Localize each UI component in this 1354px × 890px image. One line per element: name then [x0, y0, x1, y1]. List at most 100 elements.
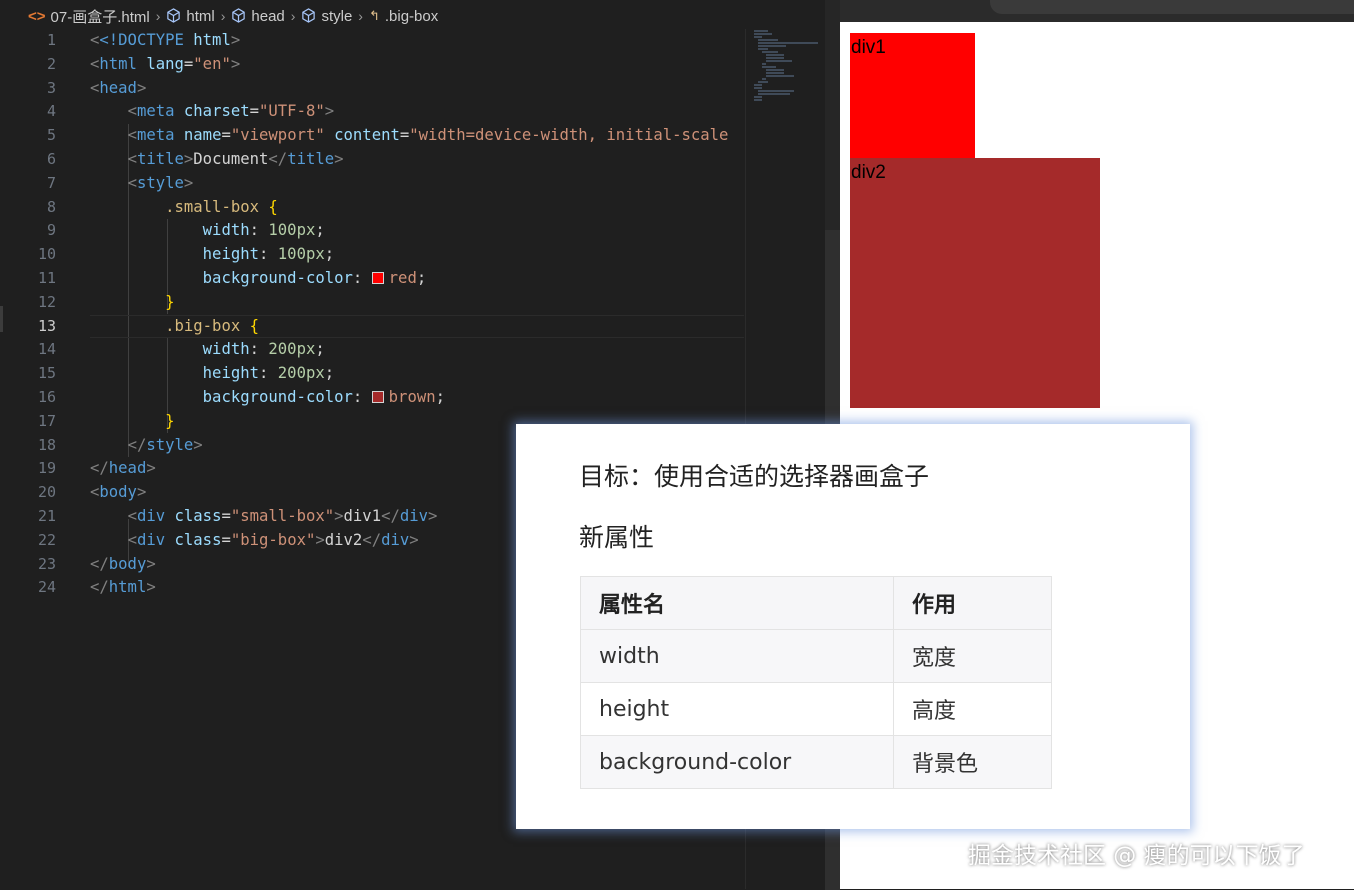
minimap-line — [758, 48, 768, 50]
minimap-line — [754, 99, 762, 101]
minimap-line — [754, 36, 762, 38]
line-number: 1 — [46, 31, 56, 49]
css-property: width — [202, 221, 250, 240]
column-header: 作用 — [893, 576, 1052, 630]
tag: div — [136, 530, 166, 549]
line-number-current: 13 — [37, 316, 56, 335]
line-number: 18 — [37, 435, 56, 454]
attr: class — [174, 506, 222, 525]
breadcrumb-head[interactable]: head — [251, 8, 284, 25]
css-selector: .small-box — [165, 197, 259, 216]
table-row: background-color 背景色 — [580, 735, 1052, 789]
text-content: div2 — [324, 530, 363, 549]
tag: head — [108, 459, 147, 478]
line-number: 11 — [37, 268, 56, 287]
tag: div — [136, 506, 166, 525]
code-line: width: 100px; — [202, 221, 325, 240]
bracket: > — [230, 31, 241, 49]
breadcrumb-style[interactable]: style — [321, 8, 352, 25]
tag: meta — [136, 126, 175, 145]
css-property: width — [202, 340, 250, 359]
tag: html — [99, 54, 137, 73]
column-header: 属性名 — [580, 576, 894, 630]
line-number: 15 — [37, 364, 56, 383]
table-cell: 背景色 — [893, 735, 1052, 789]
css-value: 100px — [268, 221, 316, 240]
text-content: div1 — [343, 506, 382, 525]
code-line: <meta charset="UTF-8"> — [127, 102, 335, 121]
table-row: width 宽度 — [580, 629, 1052, 683]
minimap-line — [758, 81, 768, 83]
attr-value: "big-box" — [230, 530, 316, 549]
minimap-line — [762, 66, 776, 68]
table-row: height 高度 — [580, 682, 1052, 736]
card-title: 目标：使用合适的选择器画盒子 — [579, 462, 930, 491]
attr-value: "width=device-width, initial-scale — [409, 126, 729, 145]
tag: body — [108, 554, 147, 573]
code-line: width: 200px; — [202, 340, 325, 359]
line-number: 3 — [46, 78, 56, 97]
cube-icon — [301, 7, 316, 25]
tag: meta — [136, 102, 175, 121]
minimap-line — [754, 87, 762, 89]
preview-big-box: div2 — [850, 158, 1100, 408]
minimap-line — [766, 75, 794, 77]
chevron-right-icon: › — [290, 8, 296, 24]
cube-icon — [166, 7, 181, 25]
line-number: 19 — [37, 459, 56, 478]
line-number: 16 — [37, 387, 56, 406]
minimap-line — [762, 78, 766, 80]
minimap-line — [754, 30, 768, 32]
line-number: 20 — [37, 483, 56, 502]
tag: div — [381, 530, 410, 549]
attr: charset — [183, 102, 250, 121]
table-cell: 高度 — [893, 682, 1052, 736]
code-line-current: .big-box { — [90, 314, 744, 339]
color-swatch-red[interactable] — [371, 271, 384, 284]
table-cell: 宽度 — [893, 629, 1052, 683]
minimap-line — [754, 84, 762, 86]
tag: title — [287, 149, 335, 168]
code-line: <style> — [127, 173, 194, 192]
minimap-line — [766, 60, 792, 62]
line-number: 22 — [37, 530, 56, 549]
css-property: background-color — [202, 268, 353, 287]
breadcrumb-file[interactable]: 07-画盒子.html — [51, 6, 150, 27]
tag: style — [146, 435, 194, 454]
chevron-right-icon: › — [358, 8, 363, 24]
attr: content — [334, 126, 400, 145]
line-number: 14 — [37, 340, 56, 359]
css-property: background-color — [202, 387, 353, 406]
breadcrumb-html[interactable]: html — [186, 8, 214, 25]
table-cell: height — [580, 682, 894, 736]
minimap-line — [766, 57, 784, 59]
code-line: background-color: red; — [202, 268, 427, 287]
attr-value: "small-box" — [230, 506, 335, 525]
line-number: 9 — [46, 221, 56, 240]
attr: name — [183, 126, 222, 145]
attr-value: "viewport" — [230, 126, 325, 145]
table-cell: background-color — [580, 735, 894, 789]
preview-small-box: div1 — [850, 33, 975, 158]
css-property: height — [202, 245, 260, 264]
css-value: 200px — [277, 364, 325, 383]
attr-value: "en" — [193, 54, 231, 73]
code-line: height: 100px; — [202, 245, 335, 264]
line-number: 8 — [46, 197, 56, 216]
code-line: } — [165, 292, 175, 311]
chevron-right-icon: › — [155, 8, 161, 24]
css-value: 100px — [277, 245, 325, 264]
minimap-line — [766, 69, 784, 71]
color-swatch-brown[interactable] — [371, 390, 384, 403]
breadcrumb-selector[interactable]: .big-box — [385, 8, 438, 25]
tag: html — [108, 578, 147, 597]
minimap-line — [758, 39, 778, 41]
minimap-line — [754, 96, 762, 98]
minimap-line — [758, 42, 818, 44]
address-bar[interactable] — [990, 0, 1354, 14]
line-number-gutter: 1 2 3 4 5 6 7 8 9 10 11 12 13 14 15 16 1… — [0, 29, 64, 600]
code-line: background-color: brown; — [202, 387, 446, 406]
tag: div — [399, 506, 429, 525]
html-file-icon: <> — [28, 7, 46, 25]
line-number: 10 — [37, 245, 56, 264]
